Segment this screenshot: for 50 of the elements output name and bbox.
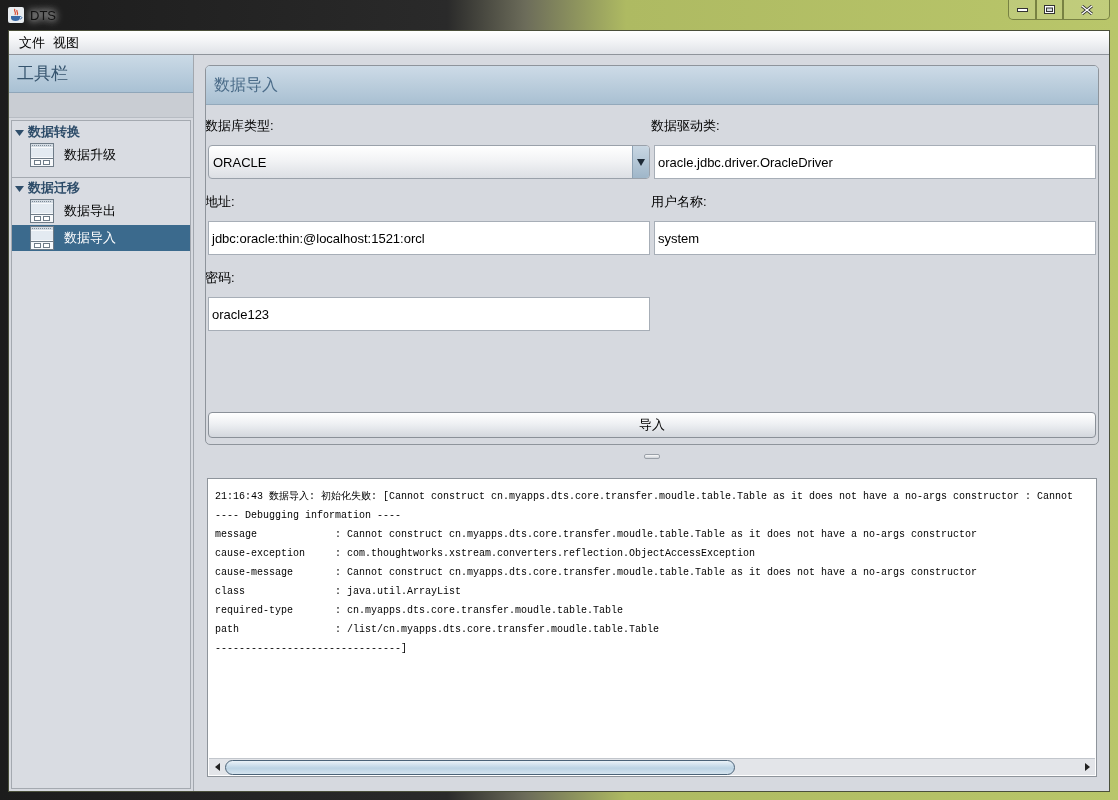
maximize-icon	[1044, 5, 1055, 14]
tree-item[interactable]: 数据导出	[12, 198, 190, 224]
dropdown-arrow-icon	[637, 158, 645, 166]
input-field[interactable]: oracle123	[208, 297, 650, 331]
log-line: required-type : cn.myapps.dts.core.transfer.moudle.table.Table	[215, 604, 624, 618]
import-button[interactable]: 导入	[208, 412, 1096, 438]
log-line: message : Cannot construct cn.myapps.dts.core.transfer.moudle.table.Table as it does not have a no-args constructor	[215, 528, 978, 542]
splitter-handle[interactable]	[643, 453, 660, 459]
log-line: 21:16:43 数据导入: 初始化失败: [Cannot construct cn.myapps.dts.core.transfer.moudle.table.Table as it does not have a no-args constructor : Cannot	[215, 489, 1074, 504]
field-label: 数据库类型:	[206, 117, 274, 135]
minimize-icon	[1016, 7, 1028, 12]
sidebar-title: 工具栏	[17, 63, 68, 85]
minimize-button[interactable]	[1008, 0, 1036, 20]
scrollbar-thumb[interactable]	[225, 759, 735, 775]
close-icon	[1080, 4, 1093, 15]
field-label: 用户名称:	[651, 193, 707, 211]
maximize-button[interactable]	[1036, 0, 1063, 20]
tree-group-label[interactable]: 数据迁移	[28, 179, 80, 197]
caret-icon[interactable]	[15, 127, 24, 137]
window-icon	[30, 226, 54, 250]
input-field[interactable]: jdbc:oracle:thin:@localhost:1521:orcl	[208, 221, 650, 255]
log-line: ---- Debugging information ----	[215, 509, 402, 523]
menu-item[interactable]: 视图	[49, 33, 83, 52]
tree-item[interactable]: 数据导入	[12, 225, 190, 251]
select-field[interactable]: ORACLE	[208, 145, 650, 179]
window-icon	[30, 143, 54, 167]
log-line: cause-exception : com.thoughtworks.xstream.converters.reflection.ObjectAccessException	[215, 547, 756, 561]
close-button[interactable]	[1063, 0, 1110, 20]
log-line: -------------------------------]	[215, 642, 408, 656]
menu-item[interactable]: 文件	[15, 33, 49, 52]
window-icon	[30, 199, 54, 223]
window-title: DTS	[30, 7, 56, 23]
tree-item[interactable]: 数据升级	[12, 142, 190, 168]
log-line: cause-message : Cannot construct cn.myapps.dts.core.transfer.moudle.table.Table as it does not have a no-args constructor	[215, 566, 978, 580]
input-field[interactable]: oracle.jdbc.driver.OracleDriver	[654, 145, 1096, 179]
input-field[interactable]: system	[654, 221, 1096, 255]
panel-title: 数据导入	[214, 74, 278, 95]
log-line: class : java.util.ArrayList	[215, 585, 462, 599]
horizontal-scrollbar[interactable]	[209, 758, 1095, 775]
cup-icon	[8, 7, 24, 23]
tree-group-label[interactable]: 数据转换	[28, 123, 80, 141]
field-label: 密码:	[206, 269, 235, 287]
triangle-right-icon	[1084, 763, 1090, 771]
log-line: path : /list/cn.myapps.dts.core.transfer.moudle.table.Table	[215, 623, 660, 637]
tree-item-label: 数据导入	[64, 229, 116, 247]
tree-item-label: 数据升级	[64, 146, 116, 164]
triangle-left-icon	[214, 763, 220, 771]
caret-icon[interactable]	[15, 183, 24, 193]
tree-item-label: 数据导出	[64, 202, 116, 220]
field-label: 数据驱动类:	[651, 117, 720, 135]
